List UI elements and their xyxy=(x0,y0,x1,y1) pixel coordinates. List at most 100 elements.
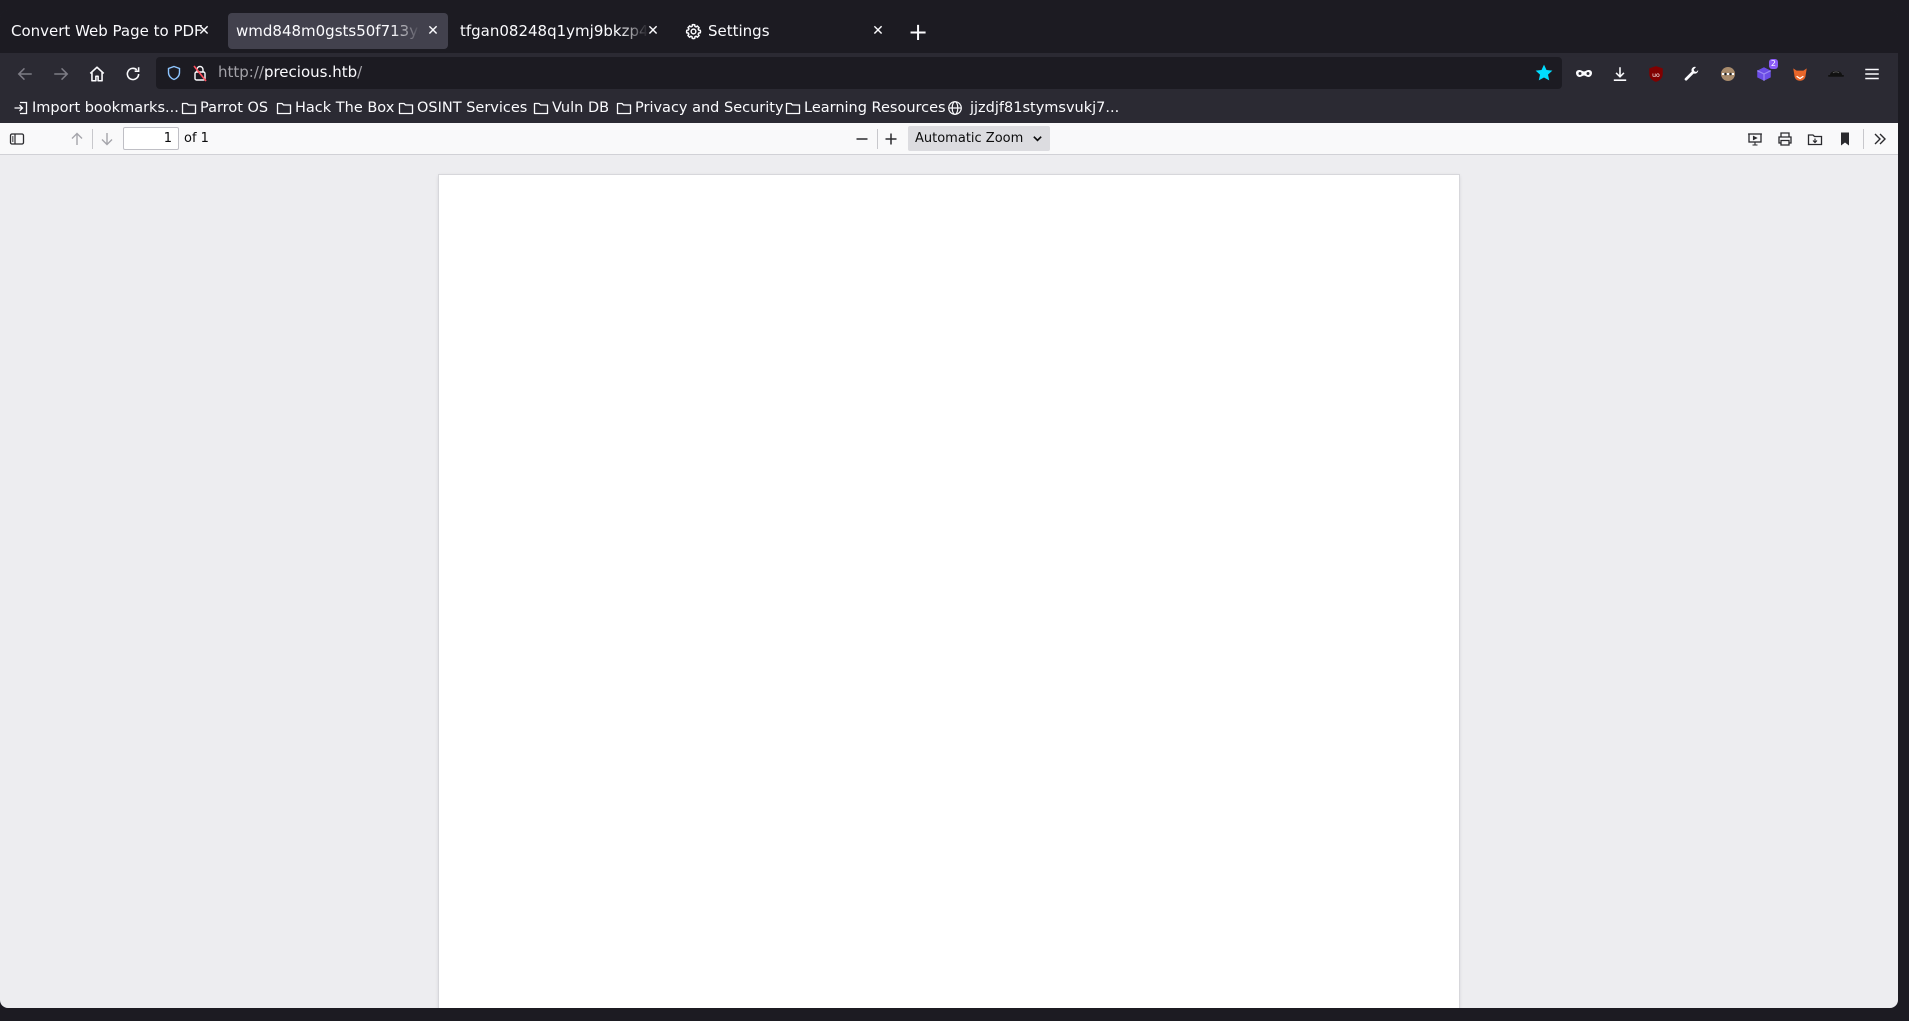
bookmark-import[interactable]: Import bookmarks... xyxy=(13,97,179,119)
folder-icon xyxy=(398,102,414,115)
back-button[interactable] xyxy=(10,59,40,89)
bookmark-label: jjzdjf81stymsvukj7... xyxy=(970,100,1120,116)
container-badge: 2 xyxy=(1768,59,1778,69)
bookmarks-toolbar: Import bookmarks... Parrot OS Hack The B… xyxy=(0,94,1898,123)
private-mask-button[interactable] xyxy=(1569,59,1599,89)
arrow-right-icon xyxy=(54,67,69,81)
fox-icon xyxy=(1793,68,1807,81)
zoom-select[interactable]: Automatic Zoom xyxy=(908,126,1050,151)
presentation-mode-button[interactable] xyxy=(1743,127,1767,151)
gear-icon xyxy=(685,23,702,39)
insecure-lock-icon[interactable] xyxy=(192,64,208,82)
reload-icon xyxy=(126,67,140,81)
privacy-badger-button[interactable] xyxy=(1713,59,1743,89)
home-icon xyxy=(89,66,105,82)
print-button[interactable] xyxy=(1773,127,1797,151)
bookmark-star-icon[interactable] xyxy=(1534,63,1554,83)
bookmark-label: Learning Resources xyxy=(804,100,946,116)
spy-extension-button[interactable] xyxy=(1821,59,1851,89)
tools-menu-button[interactable] xyxy=(1868,127,1892,151)
globe-icon xyxy=(948,101,962,115)
bookmark-label: Privacy and Security xyxy=(635,100,784,116)
url-bar[interactable]: http://precious.htb/ xyxy=(156,57,1562,89)
bookmark-folder-vuln-db[interactable]: Vuln DB xyxy=(533,97,609,119)
svg-text:uo: uo xyxy=(1652,72,1660,79)
tab-title: Settings xyxy=(708,22,770,40)
forward-button[interactable] xyxy=(46,59,76,89)
close-icon[interactable]: ✕ xyxy=(869,22,887,40)
tab-title: tfgan08248q1ymj9bkzp4qdr xyxy=(460,22,648,40)
downloads-button[interactable] xyxy=(1605,59,1635,89)
tab-pdf-2[interactable]: tfgan08248q1ymj9bkzp4qdr ✕ xyxy=(452,13,668,49)
minus-icon xyxy=(856,138,868,140)
wrench-icon xyxy=(1684,66,1699,81)
bookmark-folder-osint-services[interactable]: OSINT Services xyxy=(398,97,527,119)
shield-icon[interactable] xyxy=(166,65,182,81)
zoom-in-button[interactable] xyxy=(879,127,903,151)
zoom-out-button[interactable] xyxy=(850,127,874,151)
pdf-page xyxy=(439,175,1459,1008)
arrow-up-icon xyxy=(71,132,83,145)
zoom-select-value: Automatic Zoom xyxy=(915,131,1024,146)
page-number-input[interactable] xyxy=(123,127,179,150)
tools-extension-button[interactable] xyxy=(1677,59,1707,89)
previous-page-button[interactable] xyxy=(65,127,89,151)
folder-icon xyxy=(533,102,549,115)
url-text[interactable]: http://precious.htb/ xyxy=(218,63,362,81)
bookmark-link-jjzdjf[interactable]: jjzdjf81stymsvukj7... xyxy=(947,97,1119,119)
new-tab-button[interactable]: + xyxy=(906,20,930,45)
plus-icon xyxy=(885,133,897,145)
bookmark-folder-learning-resources[interactable]: Learning Resources xyxy=(785,97,946,119)
bookmark-label: Import bookmarks... xyxy=(32,100,179,116)
save-download-button[interactable] xyxy=(1803,127,1827,151)
toolbar-separator xyxy=(877,129,878,149)
tab-pdf-active[interactable]: wmd848m0gsts50f713yde7 ✕ xyxy=(228,13,448,49)
bookmark-folder-hack-the-box[interactable]: Hack The Box xyxy=(276,97,394,119)
folder-icon xyxy=(276,102,292,115)
tab-convert-web-page[interactable]: Convert Web Page to PDF ✕ xyxy=(3,13,219,49)
folder-icon xyxy=(181,102,197,115)
folder-icon xyxy=(616,102,632,115)
pdf-toolbar: of 1 Automatic Zoom xyxy=(0,123,1898,155)
pdf-viewer-container[interactable] xyxy=(0,155,1898,1008)
bookmark-folder-parrot-os[interactable]: Parrot OS xyxy=(181,97,268,119)
browser-window: Convert Web Page to PDF ✕ wmd848m0gsts50… xyxy=(0,10,1898,1008)
container-extension-button[interactable]: 2 xyxy=(1749,59,1779,89)
url-path: / xyxy=(357,63,363,81)
sidebar-toggle-button[interactable] xyxy=(5,127,29,151)
page-count-label: of 1 xyxy=(184,131,209,146)
tab-title: Convert Web Page to PDF xyxy=(11,22,203,40)
url-scheme: http:// xyxy=(218,63,264,81)
mask-icon xyxy=(1576,70,1592,77)
foxyproxy-button[interactable] xyxy=(1785,59,1815,89)
import-icon xyxy=(14,101,28,115)
ublock-extension-button[interactable]: uo xyxy=(1641,59,1671,89)
close-icon[interactable]: ✕ xyxy=(424,22,442,40)
home-button[interactable] xyxy=(82,59,112,89)
bookmark-view-button[interactable] xyxy=(1833,127,1857,151)
bookmark-folder-privacy-security[interactable]: Privacy and Security xyxy=(616,97,784,119)
next-page-button[interactable] xyxy=(95,127,119,151)
navigation-toolbar: http://precious.htb/ uo 2 xyxy=(0,53,1898,94)
bookmark-label: OSINT Services xyxy=(417,100,528,116)
tab-strip: Convert Web Page to PDF ✕ wmd848m0gsts50… xyxy=(0,10,1898,53)
toolbar-separator xyxy=(92,129,93,149)
close-icon[interactable]: ✕ xyxy=(195,22,213,40)
hamburger-menu-icon xyxy=(1865,68,1879,80)
tab-settings[interactable]: Settings ✕ xyxy=(677,13,893,49)
ublock-icon: uo xyxy=(1649,66,1663,82)
bookmark-icon xyxy=(1841,132,1849,146)
spy-hat-icon xyxy=(1828,71,1844,77)
double-chevron-right-icon xyxy=(1874,133,1886,145)
badger-icon xyxy=(1721,67,1735,81)
tab-title: wmd848m0gsts50f713yde7 xyxy=(236,22,420,40)
bookmark-label: Hack The Box xyxy=(295,100,395,116)
close-icon[interactable]: ✕ xyxy=(644,22,662,40)
app-menu-button[interactable] xyxy=(1857,59,1887,89)
bookmark-label: Parrot OS xyxy=(200,100,269,116)
save-folder-icon xyxy=(1807,134,1823,146)
reload-button[interactable] xyxy=(118,59,148,89)
url-host: precious.htb xyxy=(263,63,358,81)
sidebar-icon xyxy=(9,133,25,145)
folder-icon xyxy=(785,102,801,115)
